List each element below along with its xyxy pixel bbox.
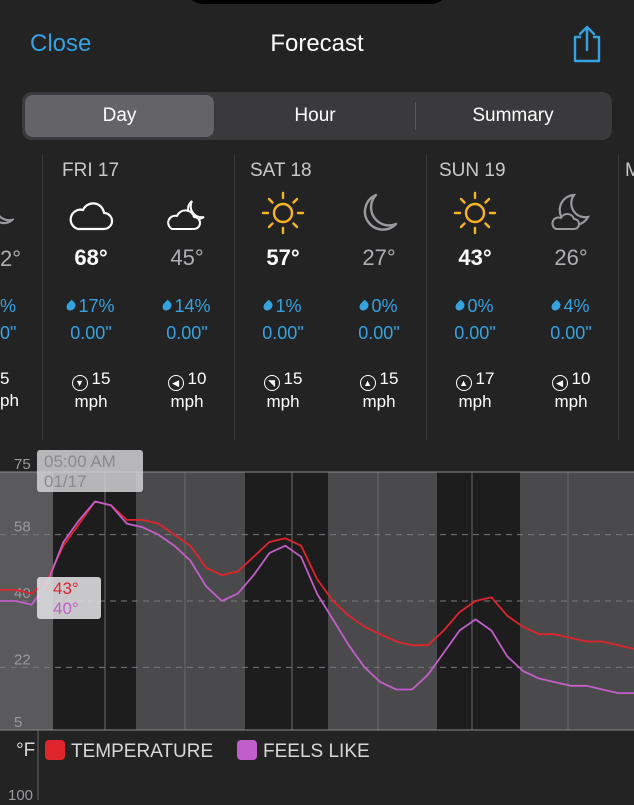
partial-wind-speed: 5 <box>0 369 10 388</box>
partial-wind-unit: ph <box>0 391 19 410</box>
night-low-temp: 26° <box>554 245 588 270</box>
cloud-icon <box>66 195 116 239</box>
precip-amount: 0.00" <box>262 323 304 343</box>
legend-label-feels-like: FEELS LIKE <box>263 741 370 762</box>
day-high-temp: 43° <box>458 245 492 270</box>
precip-chance: 17% <box>78 296 115 316</box>
day-name: SAT 18 <box>250 160 312 181</box>
partly-cloudy-night-icon <box>548 191 598 235</box>
raindrop-icon <box>65 299 78 313</box>
wind-direction-icon: ◀ <box>167 375 184 391</box>
wind-speed: 10 <box>571 369 591 388</box>
wind-unit: mph <box>170 392 204 411</box>
share-icon[interactable] <box>570 24 604 64</box>
raindrop-icon <box>161 299 174 313</box>
precip-chance: 0% <box>467 296 494 316</box>
view-segmented-control: Day Hour Summary <box>22 92 612 140</box>
day-name: SUN 19 <box>439 160 506 181</box>
precip-chance: 1% <box>275 296 302 316</box>
precip-chance: 14% <box>174 296 211 316</box>
segment-divider <box>415 102 416 130</box>
next-panel-tick: 100 <box>8 787 33 800</box>
precip-amount: 0.00" <box>70 323 112 343</box>
day-high-temp: 57° <box>266 245 300 270</box>
tab-summary[interactable]: Summary <box>417 95 609 137</box>
tooltip-date: 01/17 <box>44 472 87 491</box>
wind-direction-icon: ▼ <box>71 375 88 391</box>
tooltip-time: 05:00 AM <box>44 452 116 471</box>
partly-cloudy-night-icon <box>164 195 214 239</box>
wind-speed: 17 <box>475 369 495 388</box>
wind-speed: 10 <box>187 369 207 388</box>
raindrop-icon <box>358 299 371 313</box>
wind-direction-icon: ◀ <box>551 375 568 391</box>
tooltip-feels-like: 40° <box>53 599 79 618</box>
partial-temp: 2° <box>0 246 22 271</box>
night-low-temp: 27° <box>362 245 396 270</box>
legend-label-temperature: TEMPERATURE <box>71 741 214 762</box>
y-tick-label: 58 <box>14 519 31 536</box>
wind-speed: 15 <box>379 369 399 388</box>
y-tick-label: 5 <box>14 714 22 731</box>
tooltip-temperature: 43° <box>53 579 79 598</box>
partial-moon-icon <box>0 198 16 228</box>
wind-direction-icon: ▲ <box>359 375 376 391</box>
wind-speed: 15 <box>91 369 111 388</box>
moon-icon <box>354 191 404 235</box>
day-column-sat[interactable]: SAT 18 57° 27° 1% 0% 0.00" 0.00" ◥ 15 mph … <box>234 155 427 440</box>
sun-icon <box>450 191 500 235</box>
page-title: Forecast <box>270 30 364 57</box>
tab-day[interactable]: Day <box>25 95 214 137</box>
precip-amount: 0.00" <box>550 323 592 343</box>
device-notch <box>185 0 449 4</box>
wind-speed: 15 <box>283 369 303 388</box>
tab-hour[interactable]: Hour <box>217 95 413 137</box>
legend-swatch-temperature <box>45 740 65 760</box>
day-column-sun[interactable]: SUN 19 43° 26° 0% 4% 0.00" 0.00" ▲ 17 mph … <box>426 155 619 440</box>
precip-chance: 4% <box>563 296 590 316</box>
sun-icon <box>258 191 308 235</box>
wind-direction-icon: ◥ <box>263 375 280 391</box>
wind-unit: mph <box>74 392 108 411</box>
day-name: FRI 17 <box>62 160 120 181</box>
raindrop-icon <box>454 299 467 313</box>
wind-unit: mph <box>362 392 396 411</box>
precip-amount: 0.00" <box>454 323 496 343</box>
raindrop-icon <box>262 299 275 313</box>
partial-precip-amt: 0" <box>0 323 17 343</box>
raindrop-icon <box>550 299 563 313</box>
day-name: M <box>625 160 634 181</box>
partial-precip-pct: % <box>0 296 17 316</box>
legend-temperature[interactable]: TEMPERATURE <box>45 740 213 763</box>
precip-amount: 0.00" <box>166 323 208 343</box>
wind-unit: mph <box>266 392 300 411</box>
partial-day-column-right: M <box>618 155 634 440</box>
day-high-temp: 68° <box>74 245 108 270</box>
wind-unit: mph <box>458 392 492 411</box>
night-low-temp: 45° <box>170 245 204 270</box>
y-tick-label: 75 <box>14 456 31 473</box>
unit-label: °F <box>16 740 36 761</box>
legend-feels-like[interactable]: FEELS LIKE <box>237 740 370 763</box>
day-column-fri[interactable]: FRI 17 68° 45° 17% 14% 0.00" 0.00" ▼ 15 mp… <box>42 155 235 440</box>
wind-unit: mph <box>554 392 588 411</box>
y-tick-label: 22 <box>14 651 31 668</box>
wind-direction-icon: ▲ <box>455 375 472 391</box>
legend-swatch-feels-like <box>237 740 257 760</box>
precip-amount: 0.00" <box>358 323 400 343</box>
precip-chance: 0% <box>371 296 398 316</box>
